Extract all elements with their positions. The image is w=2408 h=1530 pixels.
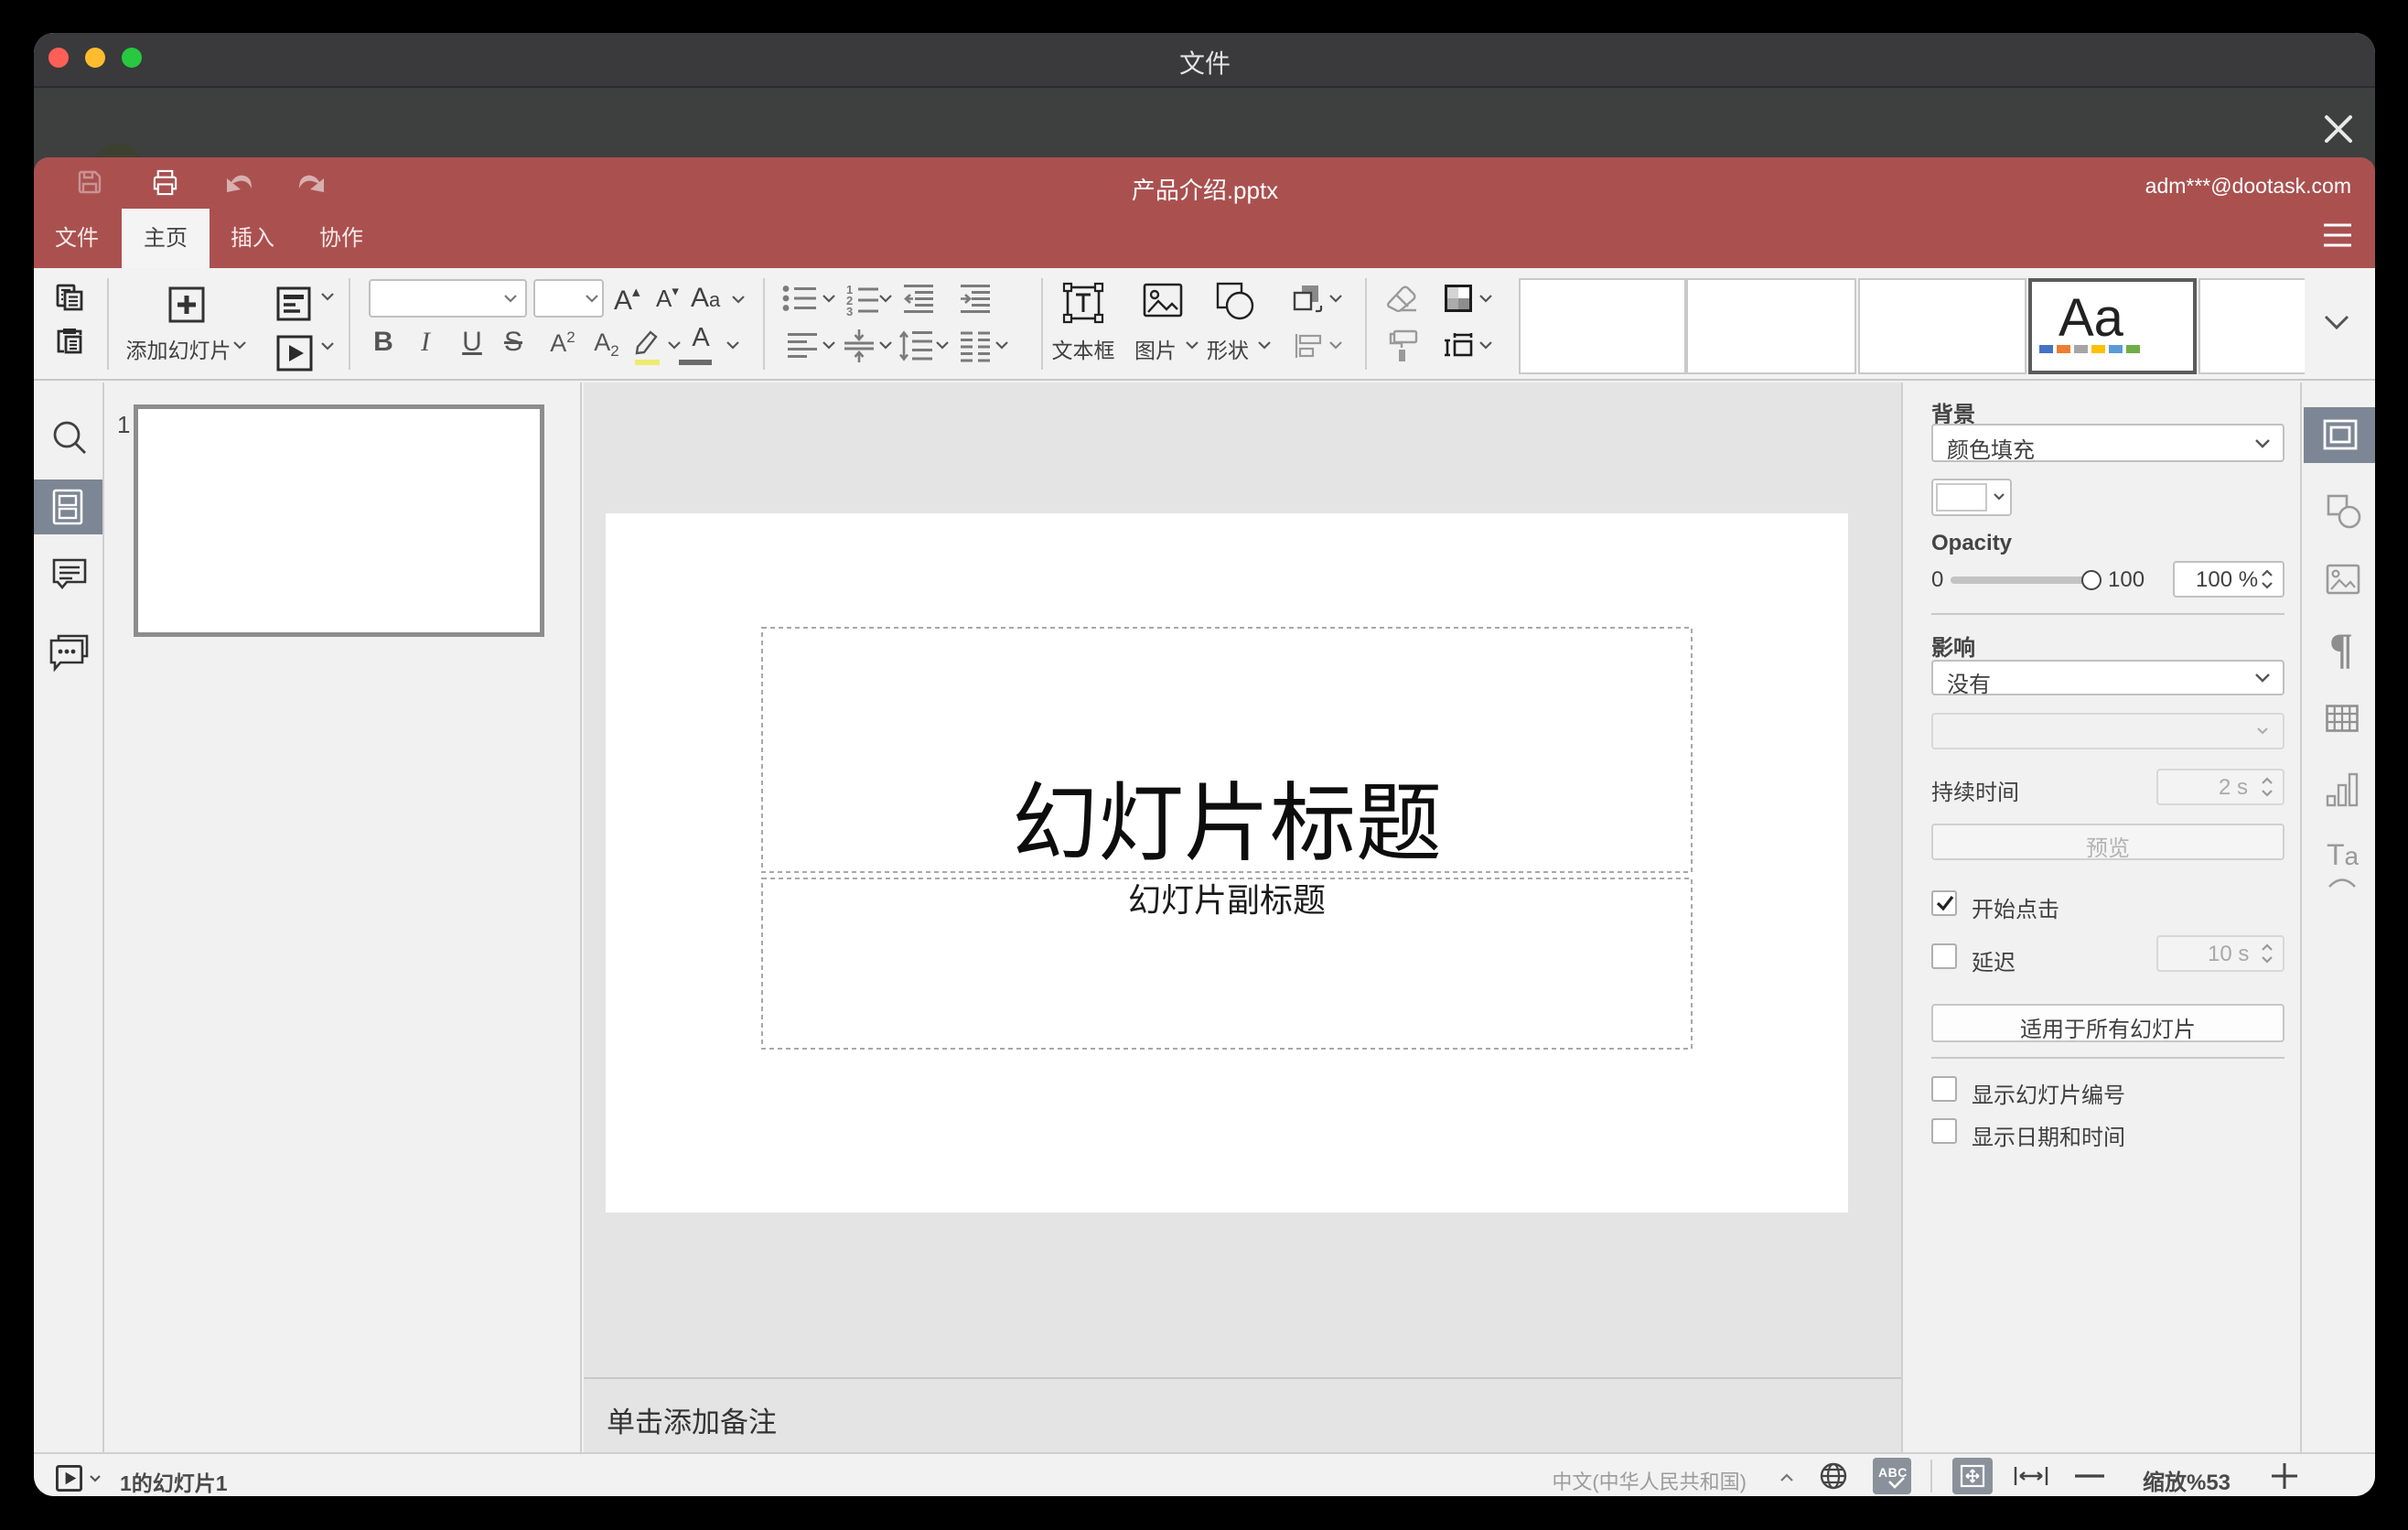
svg-text:3: 3 (846, 305, 853, 318)
